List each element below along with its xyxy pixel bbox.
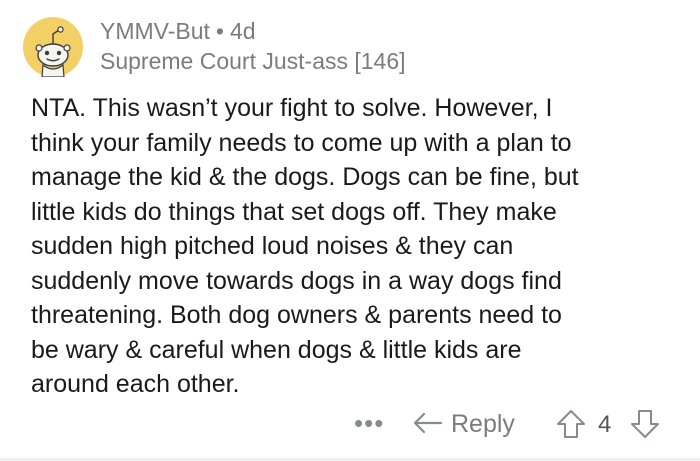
comment-meta: YMMV-But • 4d Supreme Court Just-ass [146] [100, 16, 660, 76]
comment-body: NTA. This wasn’t your fight to solve. Ho… [31, 94, 579, 398]
comment-actions: ••• Reply 4 [0, 402, 700, 446]
reply-button[interactable]: Reply [413, 406, 515, 442]
downvote-button[interactable] [630, 409, 660, 444]
author-line: YMMV-But • 4d [100, 16, 660, 46]
comment-card: YMMV-But • 4d Supreme Court Just-ass [146]… [0, 0, 700, 461]
avatar[interactable] [23, 17, 83, 78]
user-flair: Supreme Court Just-ass [146] [100, 48, 406, 74]
snoo-avatar-icon [23, 17, 83, 78]
meta-separator: • [215, 18, 224, 44]
comment-age: 4d [229, 18, 256, 44]
reply-label: Reply [451, 410, 515, 438]
upvote-arrow-icon [557, 410, 585, 438]
reply-arrow-icon [413, 412, 443, 434]
downvote-arrow-icon [631, 410, 659, 438]
upvote-button[interactable] [556, 409, 586, 444]
more-options-icon[interactable]: ••• [354, 408, 384, 438]
vote-score: 4 [598, 411, 612, 438]
username-link[interactable]: YMMV-But [100, 18, 210, 44]
